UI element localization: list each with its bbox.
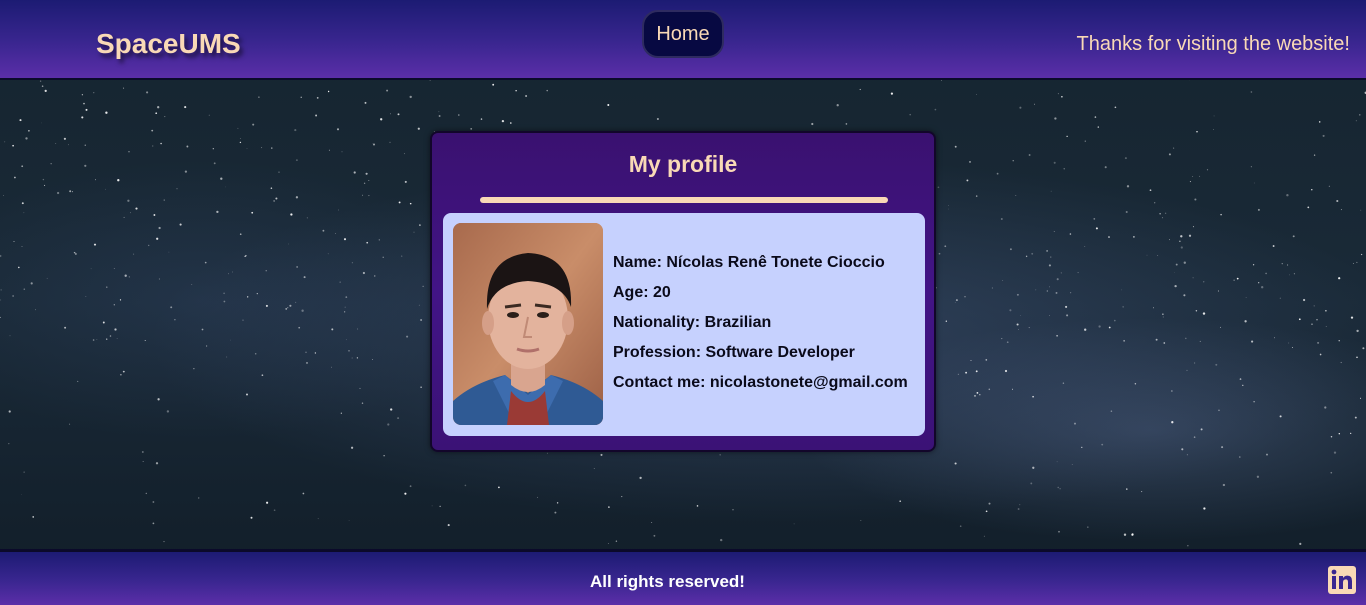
brand-logo[interactable]: SpaceUMS (96, 28, 241, 60)
profile-nationality: Nationality: Brazilian (613, 314, 772, 331)
profile-contact: Contact me: nicolastonete@gmail.com (613, 374, 908, 391)
page-footer: All rights reserved! (0, 549, 1366, 605)
thanks-message: Thanks for visiting the website! (1076, 33, 1350, 55)
profile-age: Age: 20 (613, 284, 671, 301)
top-header: SpaceUMS Home Thanks for visiting the we… (0, 0, 1366, 80)
profile-info-panel: Name: Nícolas Renê Tonete Cioccio Age: 2… (443, 213, 925, 436)
profile-profession: Profession: Software Developer (613, 344, 855, 361)
profile-card: My profile Name: Nícolas Renê Tonete Cio… (430, 131, 936, 452)
rights-text: All rights reserved! (590, 572, 745, 591)
title-divider (480, 197, 888, 203)
profile-details: Name: Nícolas Renê Tonete Cioccio Age: 2… (613, 253, 908, 403)
linkedin-icon[interactable] (1328, 566, 1356, 594)
profile-photo (453, 223, 603, 425)
profile-name: Name: Nícolas Renê Tonete Cioccio (613, 254, 885, 271)
home-button[interactable]: Home (642, 10, 724, 58)
profile-title: My profile (628, 151, 738, 177)
